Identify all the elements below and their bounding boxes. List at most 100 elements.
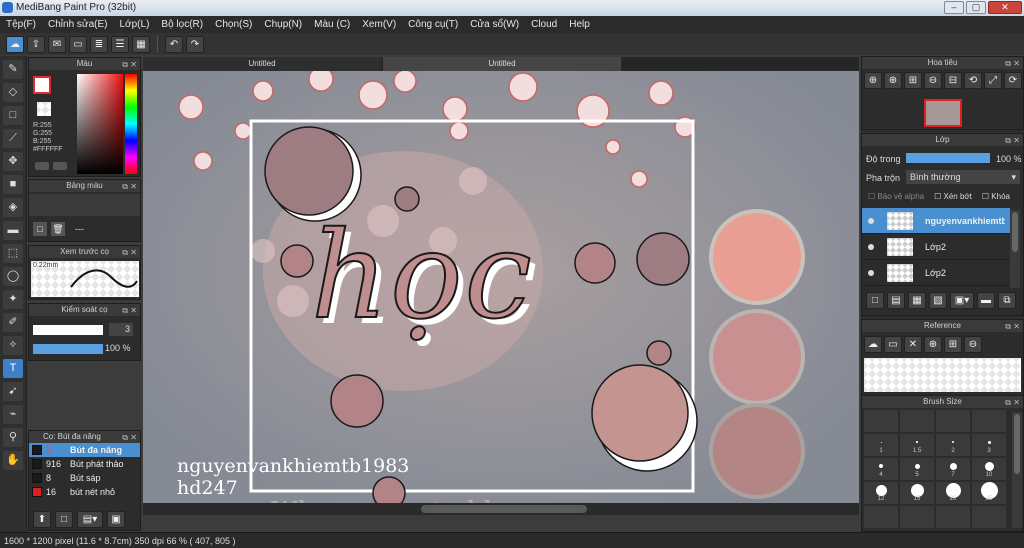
minimize-button[interactable]: –: [944, 1, 964, 14]
new-1bit-layer-icon[interactable]: ▧: [929, 292, 947, 309]
close-button[interactable]: ✕: [988, 1, 1022, 14]
panel-menu-icon[interactable]: ✕: [130, 305, 137, 317]
canvas-area[interactable]: học nguyenvankhiemtb1983 hd247 When we g…: [143, 71, 859, 515]
document-icon[interactable]: ≣: [90, 35, 108, 53]
brush-size-cell[interactable]: 1.5: [900, 434, 934, 456]
protect-alpha-checkbox[interactable]: ☐ Bảo vệ alpha: [868, 192, 924, 201]
brush-size-cell[interactable]: 1: [864, 434, 898, 456]
dropper-tool-icon[interactable]: ⚲: [3, 428, 23, 447]
panel-menu-icon[interactable]: ✕: [130, 59, 137, 71]
brush-size-cell[interactable]: 25: [972, 481, 1006, 504]
hue-slider[interactable]: [125, 74, 137, 174]
brush-size-cell[interactable]: [864, 410, 898, 432]
eye-icon[interactable]: [868, 217, 874, 224]
layer-opacity-slider[interactable]: [906, 153, 990, 163]
open-folder-icon[interactable]: ▭: [884, 336, 902, 353]
pen-tool-icon[interactable]: ⟋: [3, 129, 23, 148]
brush-menu-icon[interactable]: ▤▾: [77, 511, 103, 528]
zoom-in-alt-icon[interactable]: ⊕: [884, 72, 902, 89]
menu-tools[interactable]: Công cụ(T): [408, 19, 458, 30]
new-8bit-layer-icon[interactable]: ▦: [908, 292, 926, 309]
menu-edit[interactable]: Chỉnh sửa(E): [48, 19, 108, 30]
navigator-thumbnail[interactable]: [924, 99, 962, 127]
panel-menu-icon[interactable]: ✕: [1013, 58, 1020, 70]
zoom-in-icon[interactable]: ⊕: [864, 72, 882, 89]
panel-float-icon[interactable]: ⧉: [1005, 58, 1011, 70]
panel-float-icon[interactable]: ⧉: [1005, 321, 1011, 333]
gradient-tool-icon[interactable]: ▬: [3, 221, 23, 240]
panel-float-icon[interactable]: ⧉: [122, 59, 128, 71]
layer-row[interactable]: Lớp2: [862, 234, 1010, 260]
cloud-download-icon[interactable]: ☁: [864, 336, 882, 353]
brush-size-cell[interactable]: 7: [936, 458, 970, 480]
tab-untitled-1[interactable]: Untitled: [143, 57, 381, 71]
brush-item[interactable]: 916 Bút phát thảo: [29, 457, 140, 471]
brush-size-cell[interactable]: [936, 410, 970, 432]
color-option-button[interactable]: [35, 162, 49, 170]
brush-size-cell[interactable]: [972, 410, 1006, 432]
hand-tool-icon[interactable]: ✋: [3, 451, 23, 470]
operation-tool-icon[interactable]: ➹: [3, 382, 23, 401]
add-brush-icon[interactable]: ⬆: [33, 511, 51, 528]
brush-size-cell[interactable]: 20: [936, 482, 970, 504]
rotate-left-icon[interactable]: ⟲: [964, 72, 982, 89]
secondary-color-swatch[interactable]: [37, 102, 51, 116]
palette-list[interactable]: [29, 194, 140, 216]
undo-icon[interactable]: ↶: [165, 35, 183, 53]
panel-menu-icon[interactable]: ✕: [1013, 135, 1020, 147]
brush-opacity-slider[interactable]: [33, 344, 103, 354]
color-saturation-field[interactable]: [77, 74, 123, 174]
brush-tool-icon[interactable]: ✎: [3, 60, 23, 79]
eyedropper-tool-icon[interactable]: ⌁: [3, 405, 23, 424]
panel-menu-icon[interactable]: ✕: [1013, 397, 1020, 409]
menu-select[interactable]: Chọn(S): [215, 19, 252, 30]
panel-menu-icon[interactable]: ✕: [130, 247, 137, 259]
redo-icon[interactable]: ↷: [186, 35, 204, 53]
share-icon[interactable]: ⇪: [27, 35, 45, 53]
brush-size-cell[interactable]: 3: [972, 434, 1006, 456]
cloud-icon[interactable]: ☁: [6, 35, 24, 53]
select-rect-tool-icon[interactable]: ⬚: [3, 244, 23, 263]
ref-zoom-out-icon[interactable]: ⊖: [964, 336, 982, 353]
brush-size-cell[interactable]: [900, 410, 934, 432]
brush-size-cell[interactable]: 4: [864, 458, 898, 480]
brush-size-scrollbar[interactable]: [1012, 412, 1022, 528]
move-tool-icon[interactable]: ✥: [3, 152, 23, 171]
clipping-checkbox[interactable]: ☐ Xén bớt: [934, 192, 972, 201]
menu-snap[interactable]: Chụp(N): [264, 19, 302, 30]
chat-icon[interactable]: ▭: [69, 35, 87, 53]
brush-size-cell[interactable]: [900, 506, 934, 528]
brush-size-cell[interactable]: 15: [900, 482, 934, 504]
eye-icon[interactable]: [868, 243, 874, 250]
eye-icon[interactable]: [868, 269, 874, 276]
reference-canvas[interactable]: [864, 358, 1021, 392]
panel-float-icon[interactable]: ⧉: [1005, 397, 1011, 409]
blend-mode-select[interactable]: Bình thường ▾: [906, 170, 1020, 184]
layer-row[interactable]: Lớp2: [862, 260, 1010, 286]
tab-untitled-2[interactable]: Untitled: [383, 57, 621, 71]
layer-menu-icon[interactable]: ▣▾: [950, 292, 974, 309]
brush-item[interactable]: 3 Bút đa năng: [29, 443, 140, 457]
panel-float-icon[interactable]: ⧉: [122, 305, 128, 317]
menu-cloud[interactable]: Cloud: [531, 19, 557, 30]
fill-rect-tool-icon[interactable]: ■: [3, 175, 23, 194]
folder-icon[interactable]: ▬: [977, 292, 995, 309]
close-reference-icon[interactable]: ✕: [904, 336, 922, 353]
menu-view[interactable]: Xem(V): [362, 19, 396, 30]
select-eraser-tool-icon[interactable]: ✧: [3, 336, 23, 355]
new-halftone-layer-icon[interactable]: ▤: [887, 292, 905, 309]
new-layer-icon[interactable]: □: [866, 292, 884, 309]
lasso-tool-icon[interactable]: ◯: [3, 267, 23, 286]
menu-file[interactable]: Tệp(F): [6, 19, 36, 30]
brush-size-cell[interactable]: 10: [972, 458, 1006, 480]
color-swap-button[interactable]: [53, 162, 67, 170]
menu-help[interactable]: Help: [569, 19, 590, 30]
new-brush-icon[interactable]: □: [55, 511, 73, 528]
brush-size-value[interactable]: 3: [109, 323, 133, 336]
delete-palette-icon[interactable]: 🗑: [51, 222, 65, 236]
menu-window[interactable]: Cửa sổ(W): [470, 19, 519, 30]
panel-float-icon[interactable]: ⧉: [122, 247, 128, 259]
lock-checkbox[interactable]: ☐ Khóa: [982, 192, 1010, 201]
brush-size-scroll-thumb[interactable]: [1014, 414, 1020, 474]
fit-window-icon[interactable]: ⤢: [984, 72, 1002, 89]
